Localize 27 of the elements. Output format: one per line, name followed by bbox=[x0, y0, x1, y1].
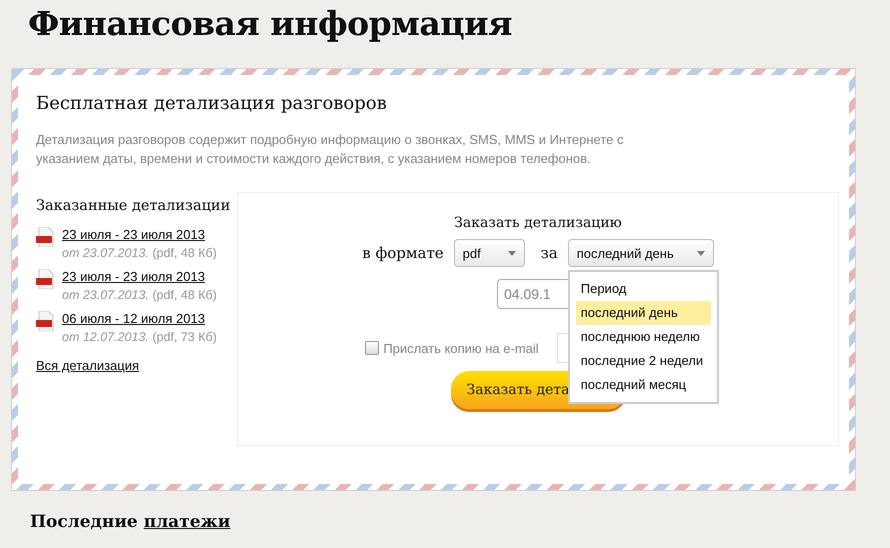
period-label: за bbox=[540, 244, 558, 262]
form-title: Заказать детализацию bbox=[454, 215, 622, 231]
description: Детализация разговоров содержит подробную информацию о звонках, SMS, MMS и Интернете с указанием даты, времени и стоимости каждого действия, с указанием номеров телефонов. bbox=[36, 131, 625, 168]
period-option[interactable]: последний день bbox=[576, 301, 711, 325]
card-title: Бесплатная детализация разговоров bbox=[36, 93, 388, 114]
period-option[interactable]: последнюю неделю bbox=[576, 325, 711, 349]
section-title: Заказанные детализации bbox=[36, 198, 232, 214]
pdf-file-icon bbox=[36, 311, 54, 331]
payments-link[interactable]: платежи bbox=[144, 512, 230, 532]
pdf-file-icon bbox=[36, 227, 54, 247]
checkbox-label: Прислать копию на e-mail bbox=[383, 340, 539, 356]
all-orders-link[interactable]: Вся детализация bbox=[36, 358, 140, 373]
page-title: Финансовая информация bbox=[27, 3, 514, 45]
format-select[interactable]: pdf bbox=[454, 239, 525, 267]
caret-icon bbox=[508, 250, 516, 256]
caret-icon bbox=[696, 250, 705, 256]
period-option[interactable]: последние 2 недели bbox=[576, 349, 711, 373]
order-link[interactable]: 23 июля - 23 июля 2013 bbox=[62, 227, 205, 242]
checkbox[interactable] bbox=[365, 341, 380, 355]
order-meta: от 23.07.2013. (pdf, 48 Кб) bbox=[62, 246, 217, 260]
order-meta: от 12.07.2013. (pdf, 73 Кб) bbox=[62, 330, 217, 344]
order-link[interactable]: 23 июля - 23 июля 2013 bbox=[62, 269, 205, 284]
order-link[interactable]: 06 июля - 12 июля 2013 bbox=[62, 311, 205, 326]
format-label: в формате bbox=[362, 244, 444, 262]
order-meta: от 23.07.2013. (pdf, 48 Кб) bbox=[62, 288, 217, 302]
pdf-file-icon bbox=[36, 269, 54, 289]
section-heading: Последние bbox=[30, 512, 138, 532]
